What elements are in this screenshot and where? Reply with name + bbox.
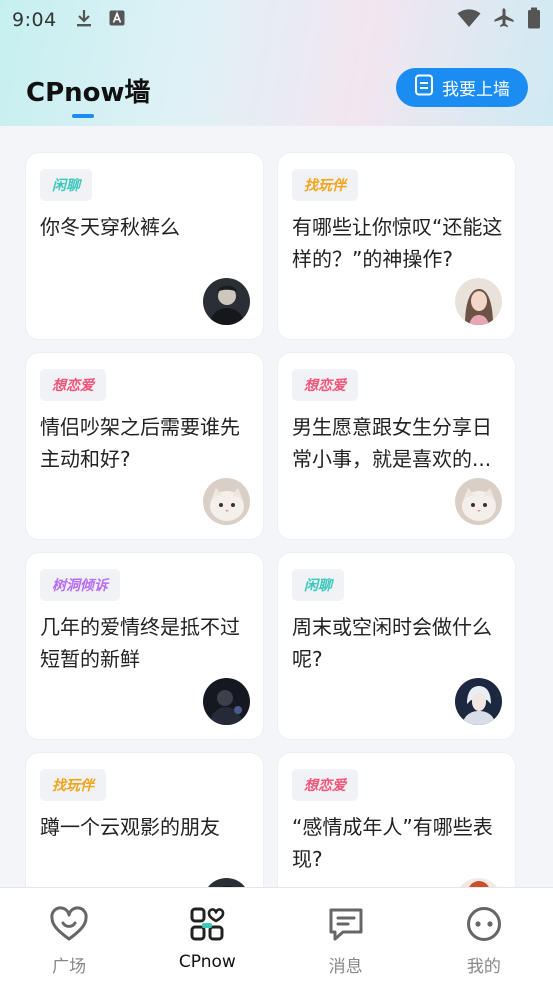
avatar[interactable]: [203, 478, 250, 525]
post-tag: 想恋爱: [292, 769, 358, 801]
note-icon: [414, 74, 434, 101]
post-tag: 闲聊: [40, 169, 92, 201]
avatar[interactable]: [455, 478, 502, 525]
nav-item-me[interactable]: 我的: [415, 888, 553, 984]
post-card[interactable]: 找玩伴 有哪些让你惊叹“还能这样的？”的神操作?: [277, 152, 516, 340]
post-tag: 想恋爱: [40, 369, 106, 401]
nav-label-square: 广场: [52, 957, 87, 977]
avatar[interactable]: [203, 678, 250, 725]
title-underline: [72, 114, 94, 118]
translate-icon: [109, 10, 125, 30]
post-text: “感情成年人”有哪些表现?: [292, 815, 493, 871]
avatar[interactable]: [455, 278, 502, 325]
status-time: 9:04: [12, 9, 57, 31]
post-text: 周末或空闲时会做什么呢?: [292, 615, 492, 671]
face-icon: [465, 906, 503, 946]
nav-label-me: 我的: [466, 957, 501, 977]
post-card[interactable]: 闲聊 你冬天穿秋裤么: [25, 152, 264, 340]
message-icon: [327, 906, 365, 946]
post-tag: 树洞倾诉: [40, 569, 120, 601]
nav-label-messages: 消息: [328, 957, 363, 977]
nav-label-cpnow: CPnow: [178, 952, 236, 972]
post-text: 蹲一个云观影的朋友: [40, 815, 220, 839]
post-text: 情侣吵架之后需要谁先主动和好?: [40, 415, 240, 471]
post-tag: 找玩伴: [292, 169, 358, 201]
download-icon: [75, 8, 93, 32]
post-button-label: 我要上墙: [442, 80, 510, 100]
post-text: 有哪些让你惊叹“还能这样的？”的神操作?: [292, 215, 503, 271]
battery-icon: [527, 7, 541, 33]
post-tag: 想恋爱: [292, 369, 358, 401]
post-text: 男生愿意跟女生分享日常小事，就是喜欢的...: [292, 415, 492, 471]
nav-item-square[interactable]: 广场: [0, 888, 138, 984]
heart-icon: [49, 906, 89, 946]
post-to-wall-button[interactable]: 我要上墙: [396, 68, 528, 107]
nav-item-cpnow[interactable]: CPnow: [138, 888, 276, 984]
status-bar: 9:04: [0, 0, 553, 40]
avatar[interactable]: [203, 278, 250, 325]
page-title: CPnow墙: [26, 78, 151, 108]
post-card[interactable]: 想恋爱 情侣吵架之后需要谁先主动和好?: [25, 352, 264, 540]
post-card[interactable]: 闲聊 周末或空闲时会做什么呢?: [277, 552, 516, 740]
grid-heart-icon: [189, 906, 225, 946]
bottom-nav: 广场 CPnow 消息 我的: [0, 887, 553, 984]
post-card[interactable]: 树洞倾诉 几年的爱情终是抵不过短暂的新鲜: [25, 552, 264, 740]
avatar[interactable]: [455, 678, 502, 725]
post-text: 几年的爱情终是抵不过短暂的新鲜: [40, 615, 240, 671]
post-tag: 闲聊: [292, 569, 344, 601]
wifi-icon: [457, 8, 481, 32]
post-text: 你冬天穿秋裤么: [40, 215, 180, 239]
nav-item-messages[interactable]: 消息: [277, 888, 415, 984]
post-tag: 找玩伴: [40, 769, 106, 801]
airplane-icon: [493, 7, 515, 33]
post-card[interactable]: 想恋爱 男生愿意跟女生分享日常小事，就是喜欢的...: [277, 352, 516, 540]
